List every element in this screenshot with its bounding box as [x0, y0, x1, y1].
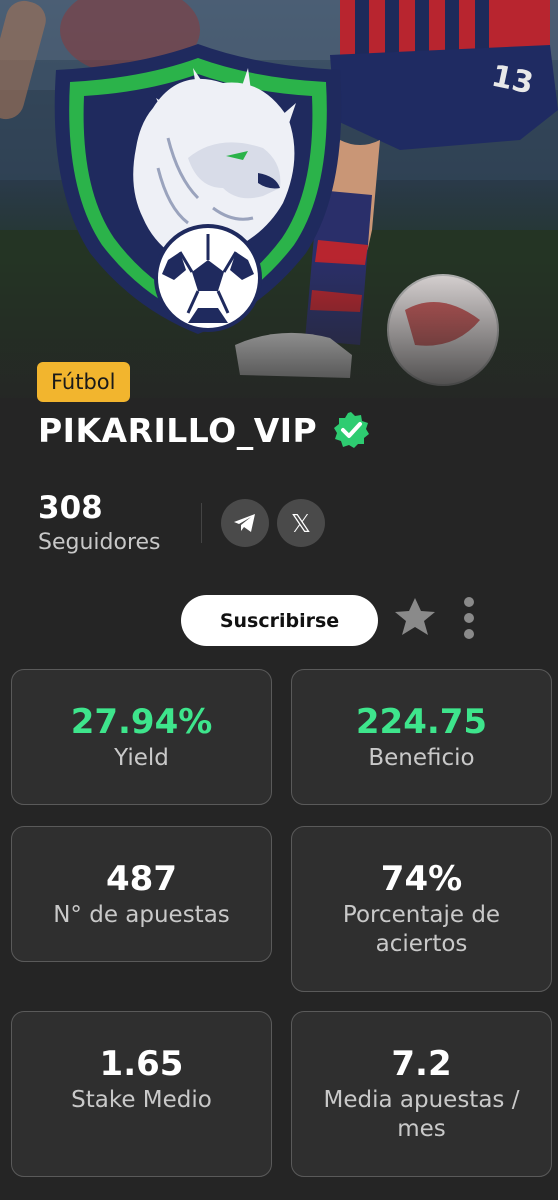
stat-card-bets: 487 N° de apuestas — [11, 826, 272, 962]
x-icon: 𝕏 — [290, 508, 312, 538]
stat-value: 7.2 — [391, 1044, 452, 1084]
followers-count: 308 — [38, 490, 103, 526]
stat-value: 487 — [106, 859, 177, 899]
stat-card-profit: 224.75 Beneficio — [291, 669, 552, 805]
more-vertical-icon[interactable] — [456, 597, 482, 639]
player-jersey: 13 — [330, 0, 558, 150]
followers-label: Seguidores — [38, 530, 161, 555]
telegram-button[interactable] — [221, 499, 269, 547]
sport-badge[interactable]: Fútbol — [37, 362, 130, 402]
subscribe-button[interactable]: Suscribirse — [181, 595, 378, 646]
stat-label: Beneficio — [368, 745, 475, 771]
stat-card-hit-rate: 74% Porcentaje de aciertos — [291, 826, 552, 992]
stat-card-bets-per-month: 7.2 Media apuestas / mes — [291, 1011, 552, 1177]
profile-name: PIKARILLO_VIP — [38, 410, 318, 450]
x-button[interactable]: 𝕏 — [277, 499, 325, 547]
telegram-icon — [234, 514, 255, 532]
lion-logo — [54, 44, 342, 334]
stat-label: Stake Medio — [71, 1087, 212, 1113]
header-banner: 13 — [0, 0, 558, 398]
star-icon[interactable] — [393, 596, 437, 638]
stat-label: N° de apuestas — [53, 902, 230, 928]
verified-badge-icon — [334, 412, 370, 448]
stat-label: Porcentaje de aciertos — [342, 902, 501, 957]
stat-card-yield: 27.94% Yield — [11, 669, 272, 805]
stat-value: 27.94% — [70, 702, 213, 742]
divider — [201, 503, 202, 543]
stat-label: Media apuestas / mes — [323, 1087, 520, 1142]
stat-value: 74% — [380, 859, 463, 899]
stat-card-avg-stake: 1.65 Stake Medio — [11, 1011, 272, 1177]
profile-name-row: PIKARILLO_VIP — [38, 410, 371, 450]
stat-value: 224.75 — [355, 702, 488, 742]
stat-label: Yield — [114, 745, 169, 771]
stat-value: 1.65 — [99, 1044, 184, 1084]
